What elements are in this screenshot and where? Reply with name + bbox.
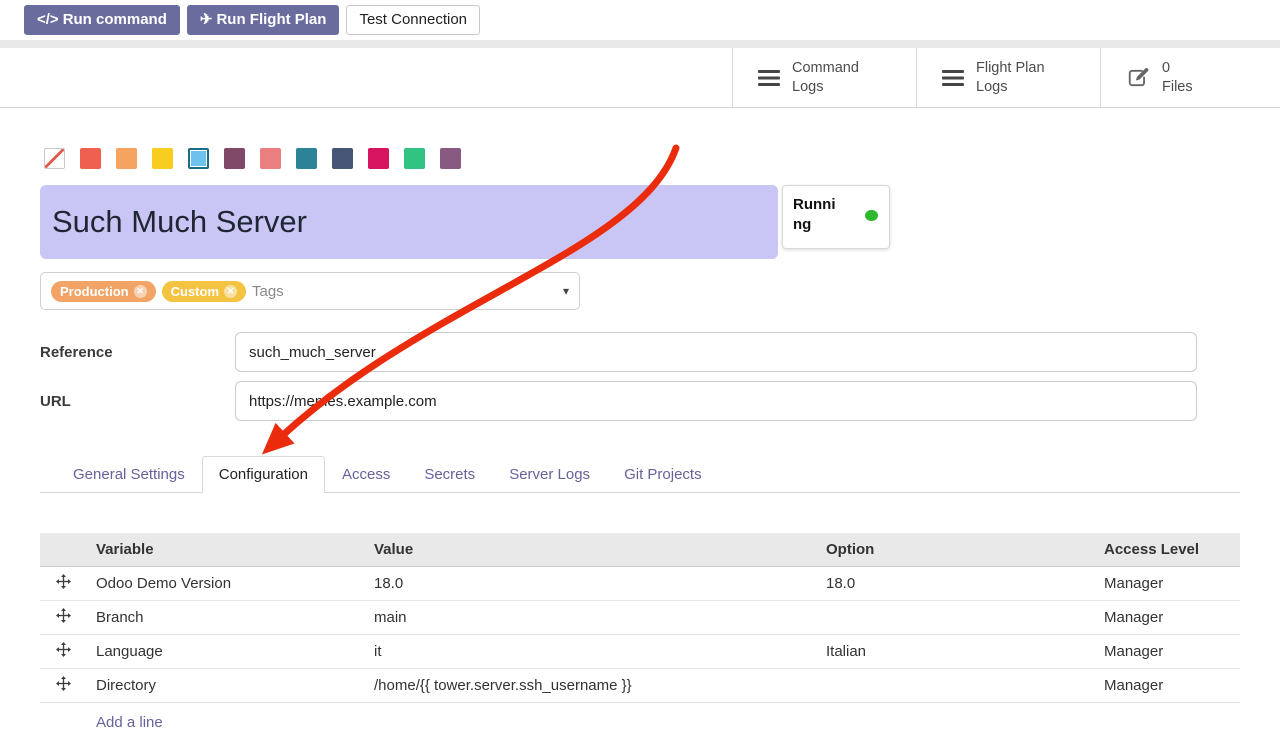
- color-swatch-magenta[interactable]: [368, 148, 389, 169]
- table-header-row: Variable Value Option Access Level: [40, 533, 1240, 567]
- table-row[interactable]: Branch main Manager: [40, 601, 1240, 635]
- tab-git-projects[interactable]: Git Projects: [607, 456, 719, 492]
- reference-label: Reference: [40, 344, 235, 361]
- remove-tag-icon[interactable]: ✕: [134, 285, 147, 298]
- form-sheet: Such Much Server Running Production ✕ Cu…: [0, 148, 1280, 742]
- color-swatch-orange[interactable]: [116, 148, 137, 169]
- reference-input[interactable]: [235, 332, 1197, 372]
- tag-production[interactable]: Production ✕: [51, 281, 156, 302]
- cell-value[interactable]: /home/{{ tower.server.ssh_username }}: [364, 669, 816, 703]
- tag-label: Production: [60, 284, 129, 299]
- table-row[interactable]: Language it Italian Manager: [40, 635, 1240, 669]
- color-picker: [44, 148, 1240, 169]
- run-command-button[interactable]: </> Run command: [24, 5, 180, 35]
- color-swatch-salmon[interactable]: [260, 148, 281, 169]
- drag-handle-icon[interactable]: [40, 635, 86, 669]
- cell-value[interactable]: 18.0: [364, 567, 816, 601]
- column-header-option[interactable]: Option: [816, 533, 1094, 567]
- title-row: Such Much Server Running: [40, 185, 1240, 259]
- separator-strip: [0, 40, 1280, 48]
- color-swatch-dark-purple[interactable]: [224, 148, 245, 169]
- test-connection-button[interactable]: Test Connection: [346, 5, 480, 35]
- tab-secrets[interactable]: Secrets: [407, 456, 492, 492]
- color-swatch-navy[interactable]: [332, 148, 353, 169]
- logs-icon: [758, 70, 780, 86]
- cell-access-level[interactable]: Manager: [1094, 669, 1240, 703]
- cell-option[interactable]: [816, 601, 1094, 635]
- cell-variable[interactable]: Odoo Demo Version: [86, 567, 364, 601]
- code-icon: </>: [37, 11, 59, 29]
- color-swatch-cyan-selected[interactable]: [188, 148, 209, 169]
- tag-label: Custom: [171, 284, 219, 299]
- run-flight-plan-label: Run Flight Plan: [216, 11, 326, 29]
- column-header-variable[interactable]: Variable: [86, 533, 364, 567]
- stat-button-command-logs[interactable]: Command Logs: [732, 48, 916, 107]
- remove-tag-icon[interactable]: ✕: [224, 285, 237, 298]
- cell-variable[interactable]: Language: [86, 635, 364, 669]
- url-input[interactable]: [235, 381, 1197, 421]
- url-row: URL: [40, 381, 1240, 421]
- color-swatch-red[interactable]: [80, 148, 101, 169]
- add-line-row: Add a line: [40, 703, 1240, 742]
- table-row[interactable]: Odoo Demo Version 18.0 18.0 Manager: [40, 567, 1240, 601]
- server-form-page: </> Run command ✈ Run Flight Plan Test C…: [0, 0, 1280, 742]
- status-indicator: Running: [782, 185, 890, 249]
- notebook-tabs: General Settings Configuration Access Se…: [40, 456, 1240, 493]
- table-row[interactable]: Directory /home/{{ tower.server.ssh_user…: [40, 669, 1240, 703]
- run-flight-plan-button[interactable]: ✈ Run Flight Plan: [187, 5, 340, 35]
- drag-handle-icon[interactable]: [40, 567, 86, 601]
- add-a-line-link[interactable]: Add a line: [96, 714, 163, 731]
- color-swatch-purple[interactable]: [440, 148, 461, 169]
- tag-custom[interactable]: Custom ✕: [162, 281, 246, 302]
- reference-row: Reference: [40, 332, 1240, 372]
- server-name-text: Such Much Server: [52, 204, 307, 240]
- cell-access-level[interactable]: Manager: [1094, 601, 1240, 635]
- dropdown-caret-icon[interactable]: ▾: [563, 284, 569, 298]
- handle-column-header: [40, 533, 86, 567]
- stat-label: Flight Plan Logs: [976, 59, 1045, 95]
- status-dot-green: [865, 210, 878, 221]
- column-header-value[interactable]: Value: [364, 533, 816, 567]
- cell-option[interactable]: 18.0: [816, 567, 1094, 601]
- color-swatch-yellow[interactable]: [152, 148, 173, 169]
- server-name-input[interactable]: Such Much Server: [40, 185, 778, 259]
- stat-button-files[interactable]: 0 Files: [1100, 48, 1280, 107]
- color-swatch-green[interactable]: [404, 148, 425, 169]
- stat-label: Command Logs: [792, 59, 859, 95]
- field-group: Reference URL: [40, 332, 1240, 421]
- status-text: Running: [793, 195, 841, 234]
- column-header-access-level[interactable]: Access Level: [1094, 533, 1240, 567]
- cell-variable[interactable]: Branch: [86, 601, 364, 635]
- edit-icon: [1126, 67, 1150, 89]
- color-swatch-teal[interactable]: [296, 148, 317, 169]
- form-header: Command Logs Flight Plan Logs 0 Files: [0, 48, 1280, 108]
- tags-placeholder: Tags: [252, 283, 284, 300]
- tags-input[interactable]: Production ✕ Custom ✕ Tags ▾: [40, 272, 580, 310]
- configuration-table: Variable Value Option Access Level Odoo …: [40, 533, 1240, 742]
- stat-label: 0 Files: [1162, 59, 1193, 95]
- top-toolbar: </> Run command ✈ Run Flight Plan Test C…: [0, 0, 1280, 40]
- tab-access[interactable]: Access: [325, 456, 407, 492]
- color-swatch-none[interactable]: [44, 148, 65, 169]
- cell-option[interactable]: [816, 669, 1094, 703]
- tab-general-settings[interactable]: General Settings: [56, 456, 202, 492]
- tab-configuration[interactable]: Configuration: [202, 456, 325, 493]
- cell-value[interactable]: main: [364, 601, 816, 635]
- cell-value[interactable]: it: [364, 635, 816, 669]
- cell-variable[interactable]: Directory: [86, 669, 364, 703]
- cell-access-level[interactable]: Manager: [1094, 635, 1240, 669]
- plane-icon: ✈: [200, 11, 213, 29]
- stat-button-flight-plan-logs[interactable]: Flight Plan Logs: [916, 48, 1100, 107]
- stat-button-box: Command Logs Flight Plan Logs 0 Files: [732, 48, 1280, 107]
- cell-option[interactable]: Italian: [816, 635, 1094, 669]
- drag-handle-icon[interactable]: [40, 601, 86, 635]
- drag-handle-icon[interactable]: [40, 669, 86, 703]
- url-label: URL: [40, 393, 235, 410]
- tab-server-logs[interactable]: Server Logs: [492, 456, 607, 492]
- cell-access-level[interactable]: Manager: [1094, 567, 1240, 601]
- run-command-label: Run command: [63, 11, 167, 29]
- logs-icon: [942, 70, 964, 86]
